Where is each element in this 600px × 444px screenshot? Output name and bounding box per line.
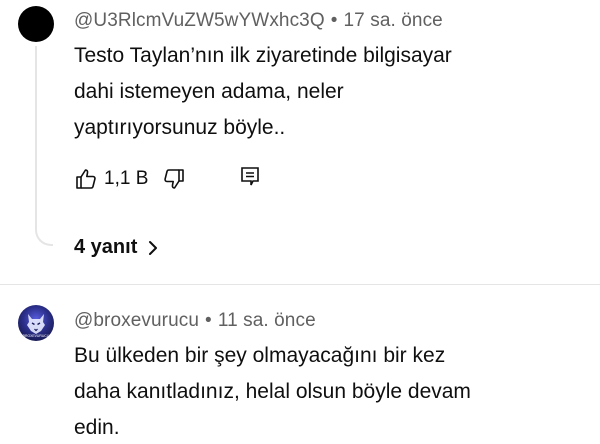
comment-text-line: Bu ülkeden bir şey olmayacağını bir kez — [74, 344, 446, 367]
avatar-wolf-logo[interactable]: BROXEVURUCU — [18, 305, 54, 341]
comment-author[interactable]: @U3RlcmVuZW5wYWxhc3Q — [74, 10, 325, 31]
thumbs-up-icon[interactable] — [74, 167, 98, 191]
comment-time[interactable]: 17 sa. önce — [344, 10, 443, 31]
chevron-right-icon — [147, 239, 159, 257]
like-count: 1,1 B — [104, 168, 149, 189]
comment-text: Testo Taylan’nın ilk ziyaretinde bilgisa… — [74, 38, 594, 146]
thumbs-down-icon[interactable] — [162, 167, 186, 191]
comments-section: @U3RlcmVuZW5wYWxhc3Q • 17 sa. önce Testo T… — [0, 0, 600, 444]
thread-line — [35, 46, 53, 246]
comment-text: Bu ülkeden bir şey olmayacağını bir kez … — [74, 338, 594, 444]
comment-time[interactable]: 11 sa. önce — [218, 310, 316, 331]
comment-text-line: Testo Taylan’nın ilk ziyaretinde bilgisa… — [74, 44, 452, 67]
comment-author[interactable]: @broxevurucu — [74, 310, 199, 331]
replies-toggle[interactable]: 4 yanıt — [74, 236, 159, 259]
reply-icon[interactable] — [238, 165, 262, 189]
comment-text-line: edin. — [74, 416, 120, 439]
avatar[interactable] — [18, 6, 54, 42]
avatar-logo-text: BROXEVURUCU — [23, 334, 50, 338]
replies-label: 4 yanıt — [74, 236, 138, 258]
comment-divider — [0, 284, 600, 285]
comment-meta: @U3RlcmVuZW5wYWxhc3Q • 17 sa. önce — [74, 10, 443, 32]
meta-separator: • — [330, 10, 338, 31]
comment-meta: @broxevurucu • 11 sa. önce — [74, 310, 316, 332]
comment-actions: 1,1 B — [74, 164, 186, 194]
comment-text-line: yaptırıyorsunuz böyle.. — [74, 116, 286, 139]
comment-text-line: dahi istemeyen adama, neler — [74, 80, 344, 103]
meta-separator: • — [205, 310, 212, 331]
comment-text-line: daha kanıtladınız, helal olsun böyle dev… — [74, 380, 471, 403]
